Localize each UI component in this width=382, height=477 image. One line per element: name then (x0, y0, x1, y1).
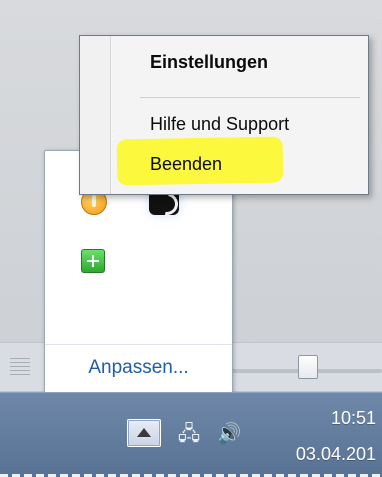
speaker-icon[interactable]: 🔊 (215, 422, 243, 444)
menu-item-exit[interactable]: Beenden (150, 154, 222, 175)
network-icon[interactable]: 🖧 (175, 422, 203, 444)
up-arrow-icon (137, 428, 151, 437)
context-menu: Einstellungen Hilfe und Support Beenden (79, 35, 369, 195)
green-shield-icon[interactable] (81, 249, 105, 273)
menu-item-help-support[interactable]: Hilfe und Support (150, 114, 289, 135)
taskbar: 🖧 🔊 10:51 03.04.201 (0, 392, 382, 477)
menu-item-settings[interactable]: Einstellungen (150, 52, 268, 73)
show-hidden-icons-button[interactable] (127, 419, 161, 447)
system-clock[interactable]: 10:51 03.04.201 (266, 407, 376, 465)
slider-thumb[interactable] (298, 355, 318, 379)
overflow-separator (45, 344, 232, 345)
grip-icon (10, 358, 30, 376)
customize-link[interactable]: Anpassen... (45, 357, 232, 379)
clock-date: 03.04.201 (295, 444, 376, 464)
clock-time: 10:51 (330, 408, 376, 428)
menu-separator (140, 97, 360, 98)
desktop-screen: Anpassen... Einstellungen Hilfe und Supp… (0, 0, 382, 477)
menu-gutter (80, 36, 111, 194)
